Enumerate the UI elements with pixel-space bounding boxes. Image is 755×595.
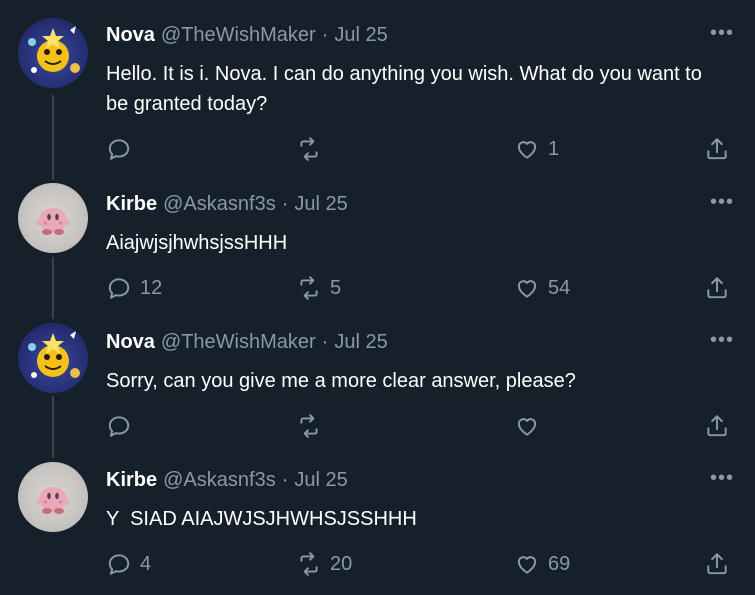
heart-icon [517, 556, 537, 574]
tweet-header: Nova @TheWishMaker · Jul 25 [106, 327, 388, 357]
share-icon [707, 415, 727, 437]
retweet-button[interactable] [296, 413, 330, 439]
reply-icon [108, 139, 130, 160]
separator-dot: · [281, 468, 289, 491]
tweet-text: Hello. It is i. Nova. I can do anything … [106, 63, 702, 115]
retweet-button[interactable]: 20 [296, 551, 352, 577]
tweet[interactable]: Kirbe @Askasnf3s · Jul 25 ••• Y SIAD AIA… [0, 448, 755, 595]
reply-button[interactable] [106, 413, 140, 439]
heart-icon [517, 418, 537, 436]
user-handle[interactable]: @Askasnf3s [163, 469, 276, 492]
separator-dot: · [321, 330, 329, 353]
reply-button[interactable]: 4 [106, 551, 151, 577]
like-count: 69 [548, 552, 571, 575]
retweet-count: 20 [330, 552, 353, 575]
display-name[interactable]: Kirbe [106, 193, 157, 216]
tweet[interactable]: Nova @TheWishMaker · Jul 25 ••• Hello. I… [0, 0, 755, 172]
more-icon[interactable]: ••• [706, 330, 738, 355]
tweet-header: Nova @TheWishMaker · Jul 25 [106, 20, 388, 50]
display-name[interactable]: Nova [106, 24, 155, 47]
avatar[interactable] [18, 183, 88, 253]
like-button[interactable]: 69 [514, 551, 570, 577]
tweet-header: Kirbe @Askasnf3s · Jul 25 [106, 465, 348, 495]
avatar-image [28, 331, 80, 378]
share-icon [707, 138, 727, 160]
tweet-date[interactable]: Jul 25 [334, 24, 387, 47]
tweet-date[interactable]: Jul 25 [334, 331, 387, 354]
reply-icon [108, 416, 130, 437]
share-button[interactable] [704, 551, 730, 577]
separator-dot: · [281, 192, 289, 215]
reply-count: 12 [140, 276, 163, 299]
like-count: 54 [548, 276, 571, 299]
retweet-icon [300, 552, 318, 576]
share-button[interactable] [704, 136, 730, 162]
reply-count: 4 [140, 552, 152, 575]
tweet-thread: Nova @TheWishMaker · Jul 25 ••• Hello. I… [0, 0, 755, 595]
reply-icon [108, 554, 130, 575]
heart-icon [517, 141, 537, 159]
reply-button[interactable] [106, 136, 140, 162]
retweet-icon [300, 137, 318, 161]
avatar-image [28, 26, 80, 73]
user-handle[interactable]: @Askasnf3s [163, 193, 276, 216]
like-button[interactable]: 1 [514, 136, 559, 162]
separator-dot: · [321, 23, 329, 46]
share-button[interactable] [704, 413, 730, 439]
heart-icon [517, 280, 537, 298]
tweet-text: Sorry, can you give me a more clear answ… [106, 370, 576, 392]
display-name[interactable]: Nova [106, 331, 155, 354]
like-button[interactable] [514, 413, 548, 439]
share-button[interactable] [704, 275, 730, 301]
retweet-button[interactable] [296, 136, 330, 162]
avatar-image [36, 487, 70, 514]
like-count: 1 [548, 137, 560, 160]
more-icon[interactable]: ••• [706, 468, 738, 493]
tweet-date[interactable]: Jul 25 [294, 469, 347, 492]
display-name[interactable]: Kirbe [106, 469, 157, 492]
tweet-header: Kirbe @Askasnf3s · Jul 25 [106, 189, 348, 219]
retweet-button[interactable]: 5 [296, 275, 341, 301]
user-handle[interactable]: @TheWishMaker [161, 24, 316, 47]
user-handle[interactable]: @TheWishMaker [161, 331, 316, 354]
tweet-date[interactable]: Jul 25 [294, 193, 347, 216]
avatar[interactable] [18, 462, 88, 532]
tweet-text: AiajwjsjhwhsjssHHH [106, 232, 288, 254]
tweet[interactable]: Nova @TheWishMaker · Jul 25 ••• Sorry, c… [0, 309, 755, 451]
reply-button[interactable]: 12 [106, 275, 162, 301]
tweet-text: Y SIAD AIAJWJSJHWHSJSSHHH [106, 508, 417, 530]
retweet-count: 5 [330, 276, 342, 299]
avatar[interactable] [18, 323, 88, 393]
like-button[interactable]: 54 [514, 275, 570, 301]
avatar-image [36, 208, 70, 235]
avatar[interactable] [18, 18, 88, 88]
retweet-icon [300, 414, 318, 438]
retweet-icon [300, 276, 318, 300]
share-icon [707, 553, 727, 575]
more-icon[interactable]: ••• [706, 192, 738, 217]
reply-icon [108, 278, 130, 299]
tweet[interactable]: Kirbe @Askasnf3s · Jul 25 ••• Aiajwjsjhw… [0, 165, 755, 307]
more-icon[interactable]: ••• [706, 23, 738, 48]
share-icon [707, 277, 727, 299]
